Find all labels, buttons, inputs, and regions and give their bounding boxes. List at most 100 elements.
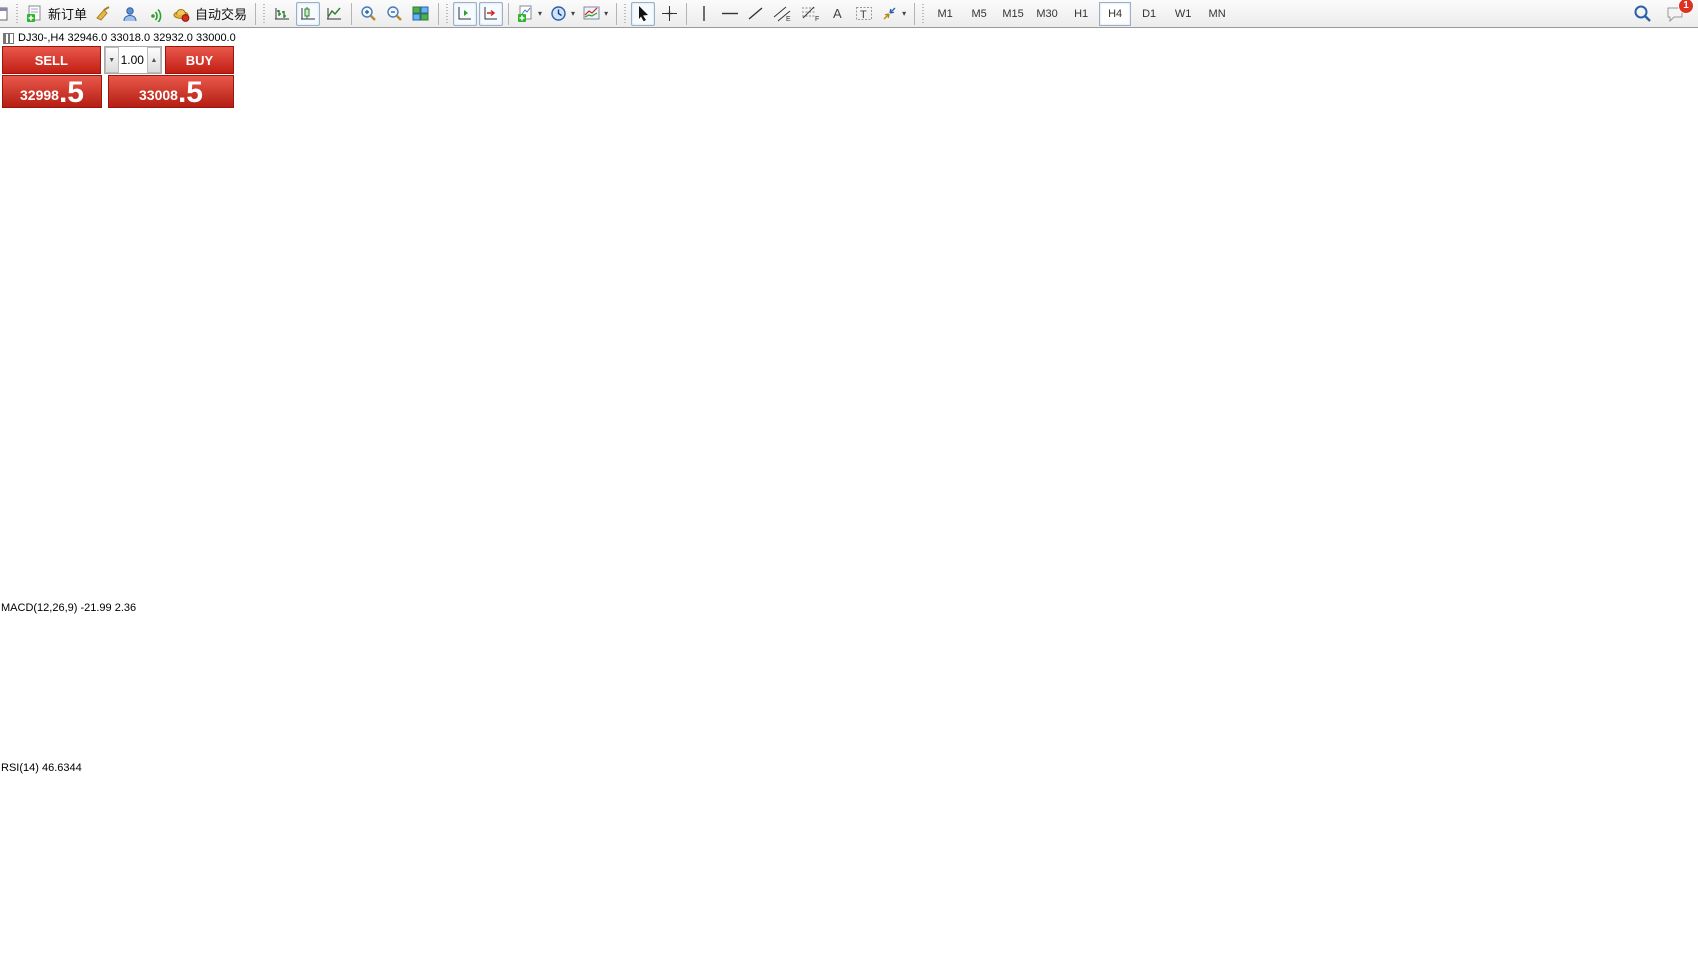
sell-button[interactable]: SELL (2, 46, 101, 74)
chart-window-icon (0, 6, 8, 22)
profile-icon (121, 6, 139, 22)
volume-decrease-button[interactable]: ▼ (105, 47, 119, 73)
sell-price-main: 32998 (20, 87, 59, 103)
bar-chart-icon (273, 5, 291, 22)
candlestick-chart-icon (299, 5, 317, 22)
text-label-icon: T (855, 5, 873, 22)
new-chart-button[interactable]: ▾ (514, 2, 545, 26)
toolbar-separator (438, 3, 439, 25)
buy-price-frac: .5 (178, 80, 203, 106)
autotrading-button[interactable]: 自动交易 (170, 2, 250, 26)
text-label-button[interactable]: T (852, 2, 876, 26)
clock-icon (550, 5, 568, 22)
sell-price-display[interactable]: 32998.5 (2, 75, 102, 108)
dropdown-caret-icon: ▾ (902, 9, 906, 18)
horizontal-line-icon (721, 5, 739, 22)
volume-input[interactable]: 1.00 (119, 47, 147, 73)
tf-m30-button[interactable]: M30 (1031, 2, 1063, 26)
notifications-button[interactable]: 1 (1663, 2, 1689, 26)
trendline-icon (747, 5, 765, 22)
crosshair-icon (661, 5, 678, 22)
tile-windows-button[interactable] (409, 2, 433, 26)
zoom-in-button[interactable] (357, 2, 381, 26)
main-toolbar: 新订单 自动交易 ▾ ▾ (0, 0, 1698, 28)
tf-h1-button[interactable]: H1 (1065, 2, 1097, 26)
equidistant-channel-button[interactable]: E (770, 2, 796, 26)
chart-title: DJ30-,H4 32946.0 33018.0 32932.0 33000.0 (18, 32, 236, 44)
indicators-icon (583, 5, 601, 22)
arrows-icon (881, 5, 899, 22)
volume-stepper: ▼ 1.00 ▲ (104, 46, 162, 74)
toolbar-separator (616, 3, 617, 25)
toolbar-separator (914, 3, 915, 25)
search-icon (1633, 4, 1653, 23)
svg-text:E: E (786, 16, 791, 22)
contacts-button[interactable] (118, 2, 142, 26)
chart-canvas[interactable] (0, 28, 1698, 949)
notification-badge: 1 (1678, 0, 1694, 14)
svg-text:F: F (815, 16, 819, 22)
broom-icon (95, 6, 113, 22)
fibonacci-icon: F (801, 5, 821, 22)
toolbar-grip[interactable] (623, 4, 628, 24)
toolbar-separator (686, 3, 687, 25)
zoom-out-button[interactable] (383, 2, 407, 26)
toolbar-separator (508, 3, 509, 25)
signals-button[interactable] (144, 2, 168, 26)
window-button[interactable] (0, 2, 12, 26)
tf-d1-button[interactable]: D1 (1133, 2, 1165, 26)
new-order-button[interactable]: 新订单 (23, 2, 90, 26)
macd-label: MACD(12,26,9) -21.99 2.36 (1, 602, 136, 614)
tf-h4-button[interactable]: H4 (1099, 2, 1131, 26)
crosshair-button[interactable] (657, 2, 681, 26)
text-button[interactable]: A (826, 2, 850, 26)
chart-shift-button[interactable] (453, 2, 477, 26)
sell-price-frac: .5 (59, 80, 84, 106)
new-order-label: 新订单 (48, 4, 87, 23)
search-button[interactable] (1630, 2, 1656, 26)
bar-chart-button[interactable] (270, 2, 294, 26)
trendline-button[interactable] (744, 2, 768, 26)
buy-price-display[interactable]: 33008.5 (108, 75, 234, 108)
channel-icon: E (773, 5, 793, 22)
tile-windows-icon (412, 5, 430, 22)
chart-title-row: DJ30-,H4 32946.0 33018.0 32932.0 33000.0 (3, 32, 236, 44)
candlestick-chart-button[interactable] (296, 2, 320, 26)
cursor-button[interactable] (631, 2, 655, 26)
auto-scroll-icon (482, 5, 500, 22)
buy-button[interactable]: BUY (165, 46, 234, 74)
auto-scroll-button[interactable] (479, 2, 503, 26)
fibonacci-button[interactable]: F (798, 2, 824, 26)
rsi-label: RSI(14) 46.6344 (1, 762, 82, 774)
svg-text:A: A (833, 6, 842, 21)
horizontal-line-button[interactable] (718, 2, 742, 26)
toolbar-grip[interactable] (921, 4, 926, 24)
chart-shift-icon (456, 5, 474, 22)
tf-m5-button[interactable]: M5 (963, 2, 995, 26)
line-chart-icon (325, 5, 343, 22)
toolbar-grip[interactable] (15, 4, 20, 24)
line-chart-button[interactable] (322, 2, 346, 26)
tf-mn-button[interactable]: MN (1201, 2, 1233, 26)
indicators-button[interactable]: ▾ (580, 2, 611, 26)
text-icon: A (830, 5, 846, 22)
dropdown-caret-icon: ▾ (571, 9, 575, 18)
toolbar-grip[interactable] (445, 4, 450, 24)
vertical-line-button[interactable] (692, 2, 716, 26)
periods-button[interactable]: ▾ (547, 2, 578, 26)
autotrade-hat-icon (173, 6, 191, 22)
zoom-out-icon (386, 5, 404, 22)
tf-m15-button[interactable]: M15 (997, 2, 1029, 26)
tf-w1-button[interactable]: W1 (1167, 2, 1199, 26)
dropdown-caret-icon: ▾ (538, 9, 542, 18)
styler-button[interactable] (92, 2, 116, 26)
chart-area[interactable]: DJ30-,H4 32946.0 33018.0 32932.0 33000.0… (0, 28, 1698, 949)
new-chart-icon (517, 5, 535, 22)
toolbar-grip[interactable] (262, 4, 267, 24)
volume-increase-button[interactable]: ▲ (147, 47, 161, 73)
dropdown-caret-icon: ▾ (604, 9, 608, 18)
autotrading-label: 自动交易 (195, 4, 247, 23)
arrows-button[interactable]: ▾ (878, 2, 909, 26)
chart-symbol-icon (3, 33, 14, 44)
tf-m1-button[interactable]: M1 (929, 2, 961, 26)
